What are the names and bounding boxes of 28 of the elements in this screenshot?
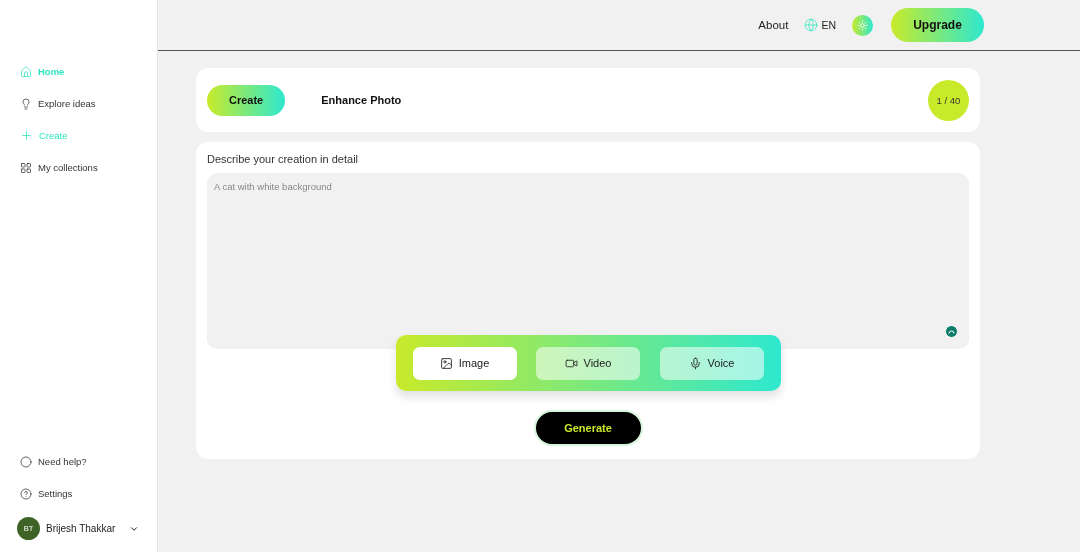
lightbulb-icon xyxy=(20,97,32,110)
help-icon xyxy=(20,487,32,500)
sidebar-item[interactable]: Need help? xyxy=(20,452,157,471)
microphone-icon xyxy=(688,356,702,370)
image-icon xyxy=(439,356,453,370)
media-type-button[interactable]: Video xyxy=(536,346,640,380)
user-name: Brijesh Thakkar xyxy=(46,523,116,534)
sidebar-item[interactable]: Explore ideas xyxy=(20,94,157,113)
generate-button[interactable]: Generate xyxy=(533,410,643,446)
grid-icon xyxy=(20,161,32,174)
prompt-label: Describe your creation in detail xyxy=(207,153,360,165)
sun-icon xyxy=(857,19,868,31)
sidebar-item[interactable]: My collections xyxy=(20,158,157,177)
sidebar-item[interactable]: Settings xyxy=(20,484,157,503)
mode-tab[interactable]: Enhance Photo xyxy=(299,84,424,116)
media-type-button[interactable]: Image xyxy=(412,346,517,380)
media-type-button[interactable]: Voice xyxy=(659,346,764,380)
credit-counter: 1 / 40 xyxy=(928,79,969,121)
home-icon xyxy=(20,65,32,78)
plus-icon xyxy=(20,129,33,142)
about-link[interactable]: About xyxy=(758,19,789,31)
globe-icon xyxy=(804,18,819,32)
circle-icon xyxy=(20,455,32,468)
mode-tab[interactable]: Create xyxy=(207,84,286,116)
prompt-field[interactable]: A cat with white background xyxy=(207,173,969,349)
upgrade-button[interactable]: Upgrade xyxy=(891,8,984,42)
language-button[interactable]: EN xyxy=(804,18,836,32)
theme-toggle[interactable] xyxy=(852,14,873,36)
